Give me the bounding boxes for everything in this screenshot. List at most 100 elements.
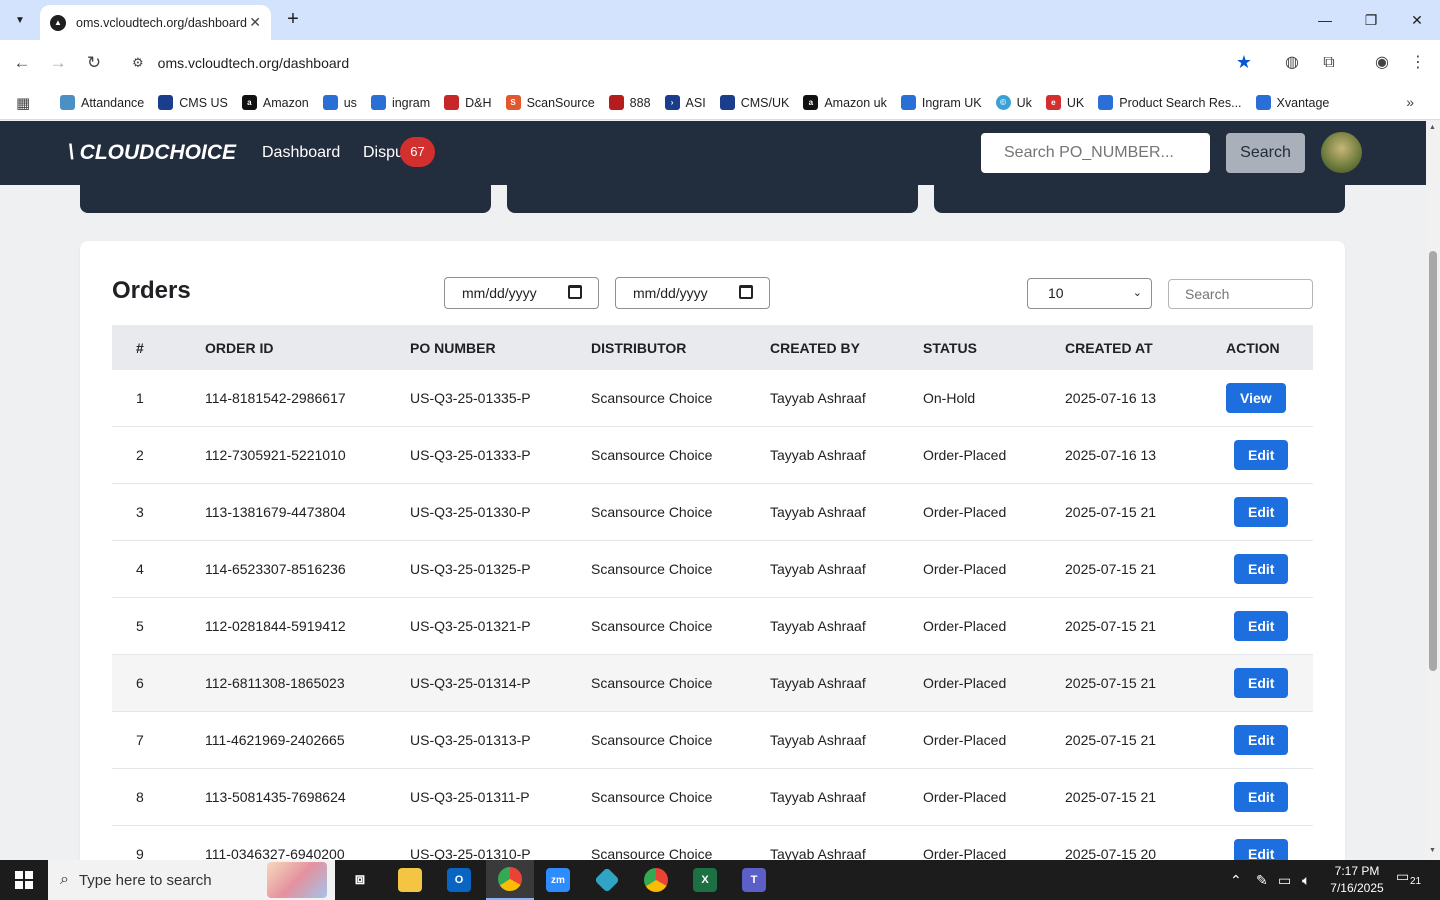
bookmark-us[interactable]: us — [322, 95, 357, 110]
bookmark-favicon-icon — [370, 95, 386, 110]
tray-app-icon[interactable]: ✎ — [1256, 860, 1268, 900]
action-cell: Edit — [1226, 554, 1313, 584]
scroll-up-icon[interactable]: ▲ — [1429, 124, 1436, 131]
user-avatar[interactable] — [1321, 132, 1362, 173]
network-icon[interactable]: ▭ — [1278, 860, 1291, 900]
back-icon[interactable]: ← — [10, 51, 34, 75]
minimize-icon[interactable]: — — [1313, 8, 1337, 32]
bookmark-ingram-uk[interactable]: Ingram UK — [900, 95, 982, 110]
address-bar[interactable]: ⚙ oms.vcloudtech.org/dashboard ★ — [120, 46, 1264, 80]
row-number: 9 — [136, 846, 144, 860]
page-scrollbar[interactable]: ▲ ▼ — [1426, 121, 1440, 860]
bookmarks-bar: ▦ Attandance CMS US a Amazon us ingram D&… — [0, 86, 1440, 120]
translate-icon[interactable]: ◍ — [1280, 51, 1304, 75]
bookmark-dh[interactable]: D&H — [444, 95, 492, 110]
nav-disputes[interactable]: Dispu — [363, 144, 404, 162]
teams-icon[interactable]: T — [730, 860, 778, 900]
bookmark-attandance[interactable]: Attandance — [60, 95, 144, 110]
extensions-icon[interactable]: ⧉ — [1317, 51, 1341, 75]
file-explorer-icon[interactable] — [386, 860, 434, 900]
search-highlight-image — [267, 862, 327, 898]
bookmark-asi[interactable]: › ASI — [664, 95, 706, 110]
tab-close-icon[interactable]: ✕ — [249, 14, 261, 31]
search-button[interactable]: Search — [1226, 133, 1305, 173]
created-by: Tayyab Ashraaf — [770, 390, 866, 406]
orders-search-input[interactable] — [1168, 279, 1313, 309]
row-number: 3 — [136, 504, 144, 520]
task-view-icon[interactable]: ⧈ — [336, 860, 384, 900]
per-page-select[interactable]: 10 ⌄ — [1027, 278, 1152, 309]
bookmark-ingram[interactable]: ingram — [370, 95, 430, 110]
edit-button[interactable]: Edit — [1234, 725, 1289, 755]
action-cell: Edit — [1226, 782, 1313, 812]
nav-dashboard[interactable]: Dashboard — [262, 144, 340, 162]
scrollbar-thumb[interactable] — [1429, 251, 1437, 671]
edit-button[interactable]: Edit — [1234, 611, 1289, 641]
bookmark-star-icon[interactable]: ★ — [1236, 52, 1252, 73]
restore-icon[interactable]: ❐ — [1359, 8, 1383, 32]
bookmark-label: ScanSource — [526, 95, 595, 110]
tray-chevron-icon[interactable]: ⌃ — [1230, 860, 1242, 900]
bookmark-uk-1[interactable]: © Uk — [995, 95, 1032, 110]
bookmark-888[interactable]: 888 — [608, 95, 651, 110]
bookmark-amazon[interactable]: a Amazon — [241, 95, 309, 110]
chrome-icon[interactable] — [486, 860, 534, 900]
bookmark-label: us — [343, 95, 357, 110]
edit-button[interactable]: Edit — [1234, 668, 1289, 698]
reload-icon[interactable]: ↻ — [82, 51, 106, 75]
new-tab-icon[interactable]: + — [281, 8, 305, 32]
created-at: 2025-07-15 21 — [1065, 504, 1157, 520]
start-button[interactable] — [0, 860, 48, 900]
view-button[interactable]: View — [1226, 383, 1286, 413]
excel-icon[interactable]: X — [681, 860, 729, 900]
date-from-input[interactable]: mm/dd/yyyy — [444, 277, 599, 309]
chrome-profile-icon[interactable] — [632, 860, 680, 900]
bookmark-favicon-icon: › — [664, 95, 680, 110]
column-header: # — [136, 339, 144, 356]
apps-grid-icon[interactable]: ▦ — [16, 94, 36, 112]
date-to-input[interactable]: mm/dd/yyyy — [615, 277, 770, 309]
row-number: 6 — [136, 675, 144, 691]
bookmark-favicon-icon — [1098, 95, 1114, 110]
calendar-icon[interactable] — [568, 285, 582, 299]
edit-button[interactable]: Edit — [1234, 440, 1289, 470]
zoom-icon[interactable]: zm — [534, 860, 582, 900]
bookmark-cms-us[interactable]: CMS US — [158, 95, 228, 110]
bookmark-scansource[interactable]: S ScanSource — [505, 95, 595, 110]
taskbar-search-box[interactable]: ⌕ Type here to search — [48, 860, 335, 900]
forward-icon[interactable]: → — [46, 51, 70, 75]
browser-tab[interactable]: ▲ oms.vcloudtech.org/dashboard ✕ — [40, 5, 271, 40]
tab-search-icon[interactable]: ▼ — [8, 8, 32, 32]
order-id: 114-8181542-2986617 — [205, 390, 346, 406]
site-info-icon[interactable]: ⚙ — [132, 55, 144, 71]
system-clock[interactable]: 7:17 PM 7/16/2025 — [1318, 863, 1396, 897]
edit-button[interactable]: Edit — [1234, 839, 1289, 860]
status: Order-Placed — [923, 846, 1007, 860]
edit-button[interactable]: Edit — [1234, 497, 1289, 527]
scroll-down-icon[interactable]: ▼ — [1429, 847, 1436, 854]
edit-button[interactable]: Edit — [1234, 554, 1289, 584]
po-number: US-Q3-25-01313-P — [410, 732, 531, 748]
bookmark-label: D&H — [465, 95, 492, 110]
bookmark-uk-2[interactable]: e UK — [1045, 95, 1084, 110]
row-number: 8 — [136, 789, 144, 805]
bookmark-cms-uk[interactable]: CMS/UK — [719, 95, 789, 110]
profile-icon[interactable]: ◉ — [1370, 51, 1394, 75]
edit-button[interactable]: Edit — [1234, 782, 1289, 812]
app-logo[interactable]: \ CLOUDCHOICE — [68, 141, 236, 165]
close-window-icon[interactable]: ✕ — [1405, 8, 1429, 32]
action-cell: View — [1226, 383, 1313, 413]
created-by: Tayyab Ashraaf — [770, 618, 866, 634]
bookmark-product-search[interactable]: Product Search Res... — [1098, 95, 1242, 110]
bookmark-xvantage[interactable]: Xvantage — [1255, 95, 1329, 110]
calendar-icon[interactable] — [739, 285, 753, 299]
app-diamond-icon[interactable] — [583, 860, 631, 900]
status: Order-Placed — [923, 732, 1007, 748]
more-bookmarks-icon[interactable]: » — [1406, 94, 1414, 110]
notification-center-icon[interactable]: ▭ 21 — [1396, 868, 1426, 892]
volume-icon[interactable]: 🔈︎ — [1302, 860, 1310, 900]
menu-icon[interactable]: ⋮ — [1406, 51, 1430, 75]
outlook-icon[interactable]: O — [435, 860, 483, 900]
po-number-search-input[interactable] — [981, 133, 1210, 173]
bookmark-amazon-uk[interactable]: a Amazon uk — [803, 95, 887, 110]
